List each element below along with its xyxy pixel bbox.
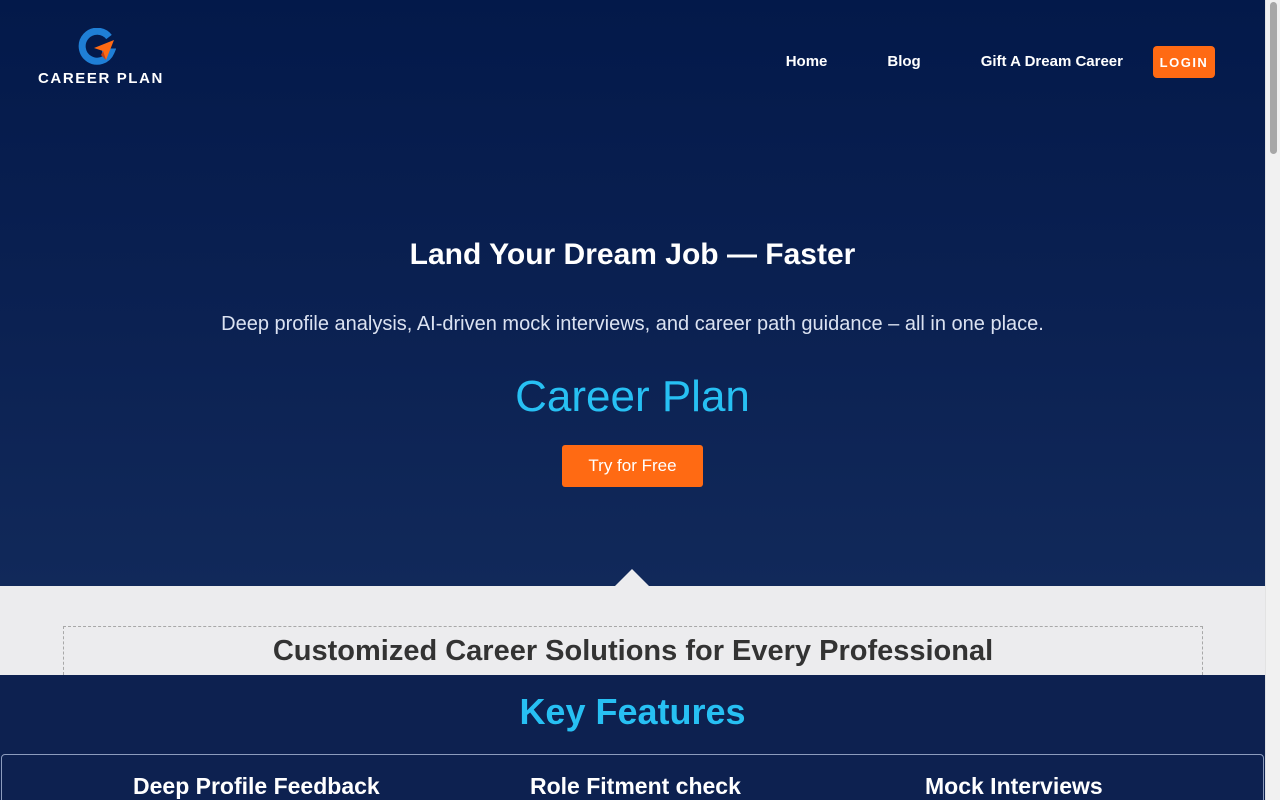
- hero-title: Land Your Dream Job — Faster: [409, 238, 856, 271]
- logo-wordmark: CAREER PLAN: [38, 70, 164, 87]
- page-scrollbar[interactable]: [1265, 0, 1280, 800]
- career-plan-logo[interactable]: CAREER PLAN: [38, 28, 164, 88]
- nav-gift-link[interactable]: Gift A Dream Career: [981, 46, 1123, 78]
- solutions-section: Customized Career Solutions for Every Pr…: [0, 586, 1265, 675]
- main-nav: Home Blog Gift A Dream Career LOGIN: [786, 46, 1215, 78]
- solutions-heading-box: Customized Career Solutions for Every Pr…: [63, 626, 1203, 675]
- feature-mock-interviews: Mock Interviews: [925, 773, 1103, 799]
- try-for-free-button[interactable]: Try for Free: [562, 445, 703, 487]
- key-features-title: Key Features: [519, 691, 746, 732]
- hero-section: CAREER PLAN Home Blog Gift A Dream Caree…: [0, 0, 1265, 586]
- section-pointer: [615, 569, 649, 586]
- key-features-section: Key Features Deep Profile Feedback Role …: [0, 675, 1265, 800]
- hero-subtitle: Deep profile analysis, AI-driven mock in…: [221, 313, 1044, 335]
- career-plan-logo-icon: [78, 28, 116, 65]
- feature-role-fitment-check: Role Fitment check: [530, 773, 741, 799]
- feature-deep-profile-feedback: Deep Profile Feedback: [133, 773, 380, 799]
- nav-home-link[interactable]: Home: [786, 46, 828, 78]
- login-button[interactable]: LOGIN: [1153, 46, 1215, 78]
- hero-brand-text: Career Plan: [515, 372, 750, 421]
- features-card: Deep Profile Feedback Role Fitment check…: [1, 754, 1264, 800]
- nav-blog-link[interactable]: Blog: [887, 46, 920, 78]
- solutions-title: Customized Career Solutions for Every Pr…: [272, 635, 994, 667]
- scrollbar-thumb[interactable]: [1270, 2, 1277, 154]
